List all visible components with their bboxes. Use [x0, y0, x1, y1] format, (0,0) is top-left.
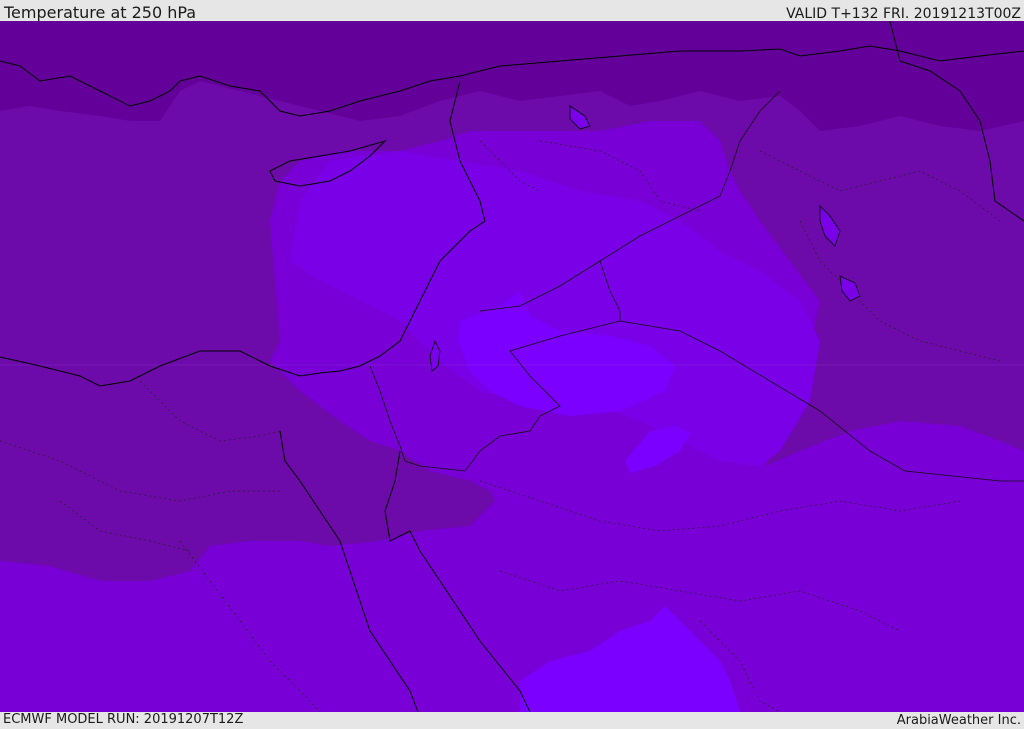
- forecast-map[interactable]: [0, 21, 1024, 712]
- model-run-label: ECMWF MODEL RUN: 20191207T12Z: [3, 712, 244, 727]
- credit-label: ArabiaWeather Inc.: [896, 713, 1021, 728]
- map-canvas: [0, 21, 1024, 712]
- map-page: Temperature at 250 hPa VALID T+132 FRI. …: [0, 0, 1024, 729]
- header-bar: Temperature at 250 hPa VALID T+132 FRI. …: [0, 0, 1024, 22]
- map-title: Temperature at 250 hPa: [4, 3, 197, 22]
- footer-bar: ECMWF MODEL RUN: 20191207T12Z ArabiaWeat…: [0, 712, 1024, 729]
- valid-time: VALID T+132 FRI. 20191213T00Z: [786, 6, 1021, 22]
